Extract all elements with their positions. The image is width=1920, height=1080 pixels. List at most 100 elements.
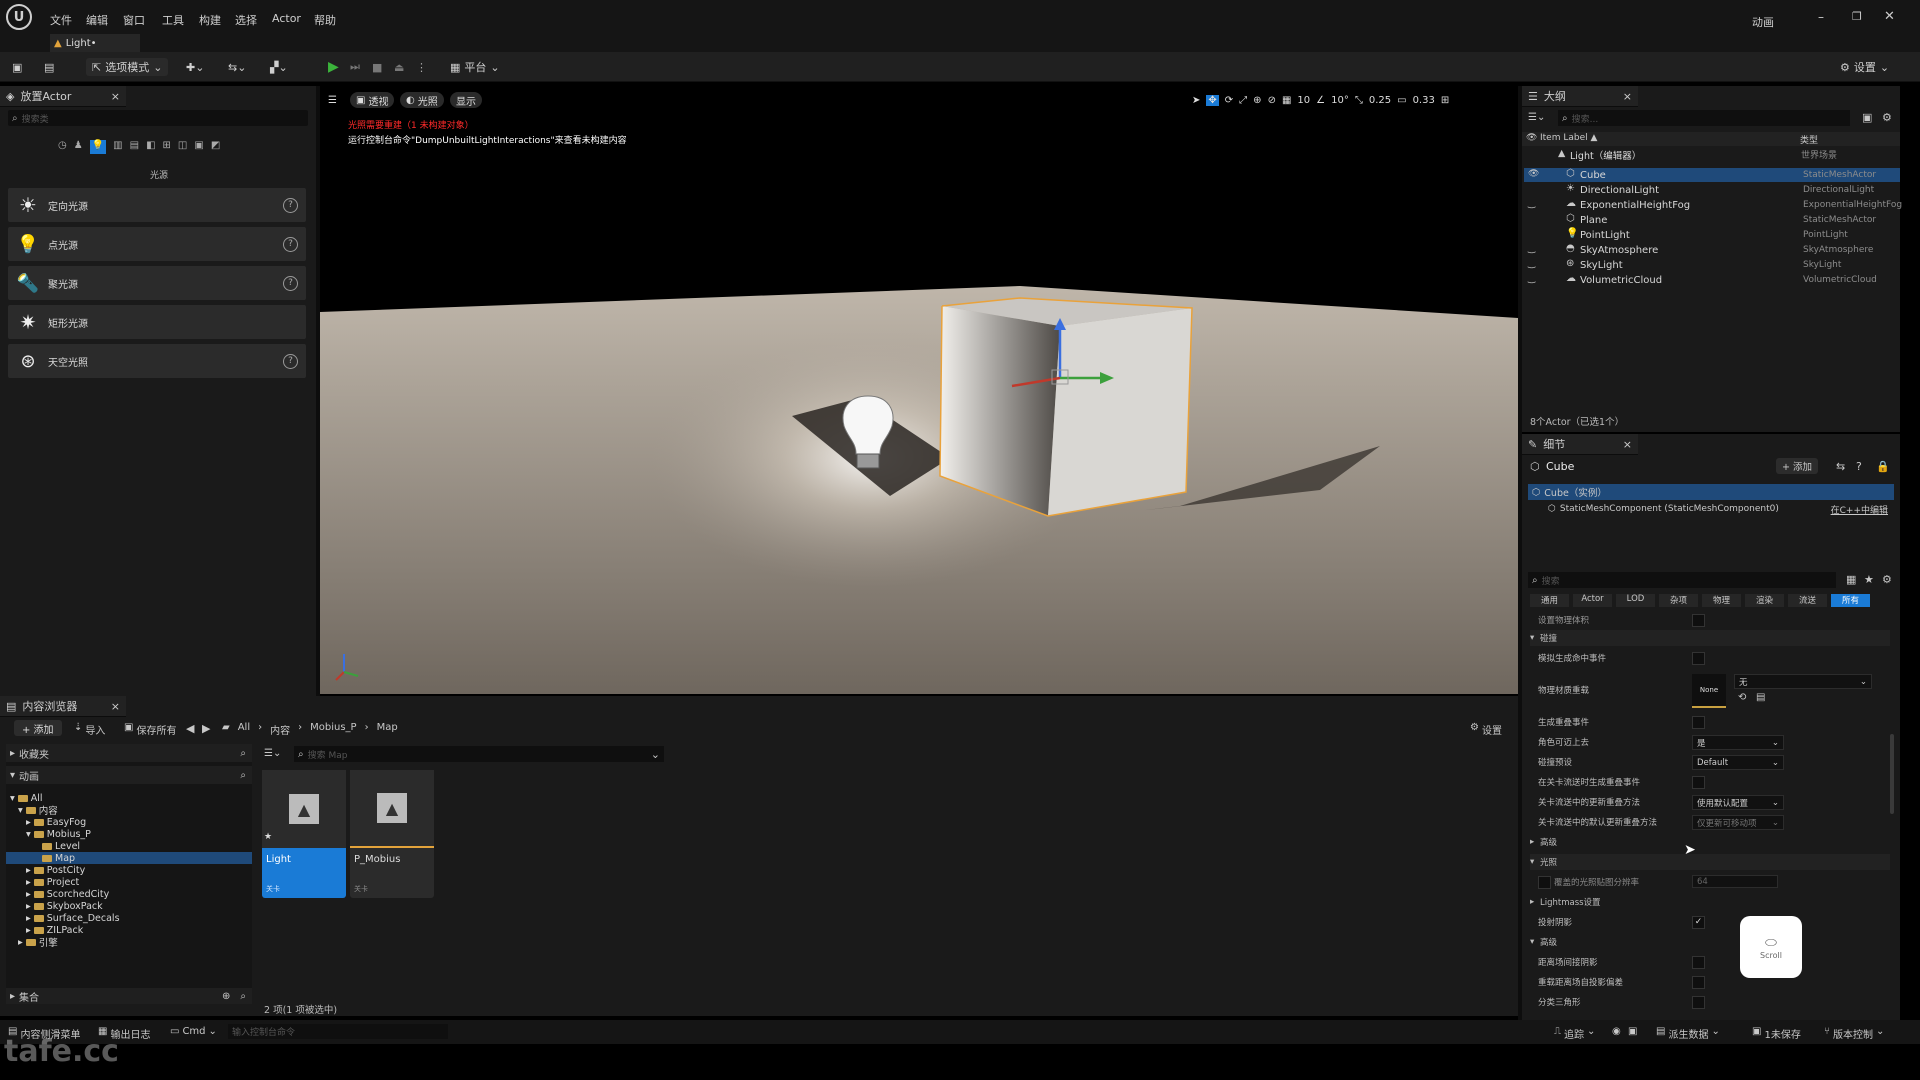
- close-tab-icon[interactable]: ×: [111, 90, 120, 103]
- checkbox[interactable]: [1692, 614, 1705, 627]
- section-advanced[interactable]: ▸ 高级: [1530, 834, 1890, 850]
- place-item-point-light[interactable]: 💡 点光源 ?: [8, 227, 306, 261]
- mode-select-button[interactable]: ⇱ 选项模式 ⌄: [86, 58, 169, 76]
- filter-tab[interactable]: 杂项: [1659, 594, 1698, 607]
- number-field[interactable]: 64: [1692, 875, 1778, 888]
- cmd-button[interactable]: ▭ Cmd ⌄: [170, 1026, 217, 1037]
- volumes-icon[interactable]: ⊞: [163, 140, 171, 154]
- content-settings-button[interactable]: ⚙ 设置: [1470, 722, 1502, 737]
- tree-item[interactable]: ▸ ScorchedCity: [26, 888, 109, 900]
- tree-item[interactable]: Level: [42, 840, 80, 852]
- history-back-icon[interactable]: ◀: [186, 722, 194, 735]
- cinematic-icon[interactable]: ▤: [130, 140, 139, 154]
- search-icon[interactable]: ⌕: [240, 991, 246, 1002]
- column-type[interactable]: 类型: [1800, 133, 1818, 146]
- revision-control-button[interactable]: ⑂ 版本控制 ⌄: [1824, 1026, 1884, 1041]
- world-icon[interactable]: ⊕: [1253, 95, 1261, 106]
- tree-item[interactable]: ▸ EasyFog: [26, 816, 86, 828]
- eject-icon[interactable]: ⏏: [394, 58, 404, 76]
- show-button[interactable]: 显示: [450, 92, 482, 108]
- blueprint-icon[interactable]: ⇆⌄: [228, 58, 246, 76]
- menu-edit[interactable]: 编辑: [86, 12, 108, 28]
- outliner-row[interactable]: ⬡ Plane StaticMeshActor: [1524, 213, 1900, 227]
- close-icon[interactable]: ✕: [1884, 9, 1895, 24]
- stop-icon[interactable]: ■: [372, 58, 382, 76]
- checkbox[interactable]: [1692, 776, 1705, 789]
- breadcrumb-item[interactable]: 内容: [270, 722, 290, 737]
- checkbox[interactable]: [1692, 996, 1705, 1009]
- menu-window[interactable]: 窗口: [123, 12, 145, 28]
- step-icon[interactable]: ⏭: [350, 58, 360, 76]
- visibility-icon[interactable]: ‿: [1528, 199, 1535, 209]
- close-tab-icon[interactable]: ×: [1623, 438, 1632, 451]
- section-lightmass[interactable]: ▸ Lightmass设置: [1530, 894, 1890, 910]
- tab-light[interactable]: ▲ Light•: [50, 34, 140, 52]
- grid-snap-value[interactable]: 10: [1297, 95, 1310, 106]
- asset-search[interactable]: ⌕ 搜索 Map ⌄: [294, 746, 664, 762]
- cinematics-icon[interactable]: ▞⌄: [270, 58, 288, 76]
- filter-tab[interactable]: 渲染: [1745, 594, 1784, 607]
- all-classes-icon[interactable]: ◫: [178, 140, 187, 154]
- select-mode-icon[interactable]: ➤: [1192, 95, 1200, 106]
- dropdown-disabled[interactable]: 仅更新可移动项 ⌄: [1692, 815, 1784, 830]
- lights-category-icon[interactable]: 💡: [89, 140, 107, 154]
- help-icon[interactable]: ?: [283, 197, 298, 213]
- scale-snap-value[interactable]: 0.25: [1369, 95, 1391, 106]
- outliner-row[interactable]: ‿ ☁ VolumetricCloud VolumetricCloud: [1524, 273, 1900, 287]
- browse-folder-icon[interactable]: ▤: [1756, 692, 1765, 703]
- record-icon[interactable]: ◉: [1612, 1026, 1621, 1037]
- breadcrumb-item[interactable]: All: [238, 722, 250, 737]
- outliner-search[interactable]: ⌕ 搜索...: [1558, 110, 1850, 126]
- lock-icon[interactable]: 🔒: [1876, 460, 1890, 473]
- add-folder-icon[interactable]: ▣: [1862, 111, 1872, 124]
- place-item-spot-light[interactable]: 🔦 聚光源 ?: [8, 266, 306, 300]
- help-icon[interactable]: ?: [283, 275, 298, 291]
- breadcrumb-item[interactable]: Map: [377, 722, 398, 737]
- add-component-button[interactable]: + 添加: [1776, 458, 1818, 474]
- outliner-root-row[interactable]: ▲ Light（编辑器） 世界场景: [1522, 148, 1900, 162]
- search-icon[interactable]: ⌕: [240, 748, 246, 759]
- outliner-row[interactable]: ‿ ◓ SkyAtmosphere SkyAtmosphere: [1524, 243, 1900, 257]
- section-header-lighting[interactable]: ▾ 光照: [1530, 854, 1890, 870]
- search-icon[interactable]: ⌕: [240, 770, 246, 781]
- close-tab-icon[interactable]: ×: [1623, 90, 1632, 103]
- tree-item[interactable]: ▸ Project: [26, 876, 79, 888]
- tree-item[interactable]: ▾ Mobius_P: [26, 828, 91, 840]
- menu-file[interactable]: 文件: [50, 12, 72, 28]
- filter-tab[interactable]: 物理: [1702, 594, 1741, 607]
- tree-item[interactable]: ▸ SkyboxPack: [26, 900, 103, 912]
- camera-speed-value[interactable]: 0.33: [1413, 95, 1435, 106]
- checkbox[interactable]: [1692, 716, 1705, 729]
- help-icon[interactable]: ?: [1856, 460, 1862, 473]
- breadcrumb-item[interactable]: Mobius_P: [310, 722, 356, 737]
- filter-tab[interactable]: LOD: [1616, 594, 1655, 607]
- checkbox[interactable]: [1692, 956, 1705, 969]
- save-icon[interactable]: ▣: [12, 58, 22, 76]
- checkbox-checked[interactable]: ✓: [1692, 916, 1705, 929]
- dropdown[interactable]: Default ⌄: [1692, 755, 1784, 770]
- filter-tab-active[interactable]: 所有: [1831, 594, 1870, 607]
- history-forward-icon[interactable]: ▶: [202, 722, 210, 735]
- visual-effects-icon[interactable]: ◧: [146, 140, 155, 154]
- viewport-menu-icon[interactable]: ☰: [328, 92, 337, 108]
- outliner-row[interactable]: ‿ ☁ ExponentialHeightFog ExponentialHeig…: [1524, 198, 1902, 212]
- console-input[interactable]: 输入控制台命令: [228, 1024, 448, 1039]
- screenshot-icon[interactable]: ▣: [1628, 1026, 1637, 1037]
- visibility-icon[interactable]: ‿: [1528, 244, 1535, 254]
- filter-tab[interactable]: 通用: [1530, 594, 1569, 607]
- tree-item[interactable]: ▾ 内容: [18, 804, 58, 818]
- section-header-collision[interactable]: ▾ 碰撞: [1530, 630, 1890, 646]
- tree-item-selected[interactable]: Map: [6, 852, 252, 864]
- menu-build[interactable]: 构建: [199, 12, 221, 28]
- shapes-icon[interactable]: ▥: [113, 140, 122, 154]
- save-all-button[interactable]: ▣ 保存所有: [124, 722, 176, 737]
- place-item-rect-light[interactable]: ✷ 矩形光源: [8, 305, 306, 339]
- filter-tab[interactable]: 流送: [1788, 594, 1827, 607]
- favorites-row[interactable]: ▸ 收藏夹 ⌕: [6, 744, 252, 762]
- material-dropdown[interactable]: 无 ⌄: [1734, 674, 1872, 689]
- edit-in-cpp-link[interactable]: 在C++中编辑: [1831, 503, 1888, 516]
- visibility-icon[interactable]: ‿: [1528, 259, 1535, 269]
- perspective-button[interactable]: ▣ 透视: [350, 92, 395, 108]
- gear-icon[interactable]: ⚙: [1882, 111, 1892, 124]
- reset-arrow-icon[interactable]: ⟲: [1738, 692, 1746, 703]
